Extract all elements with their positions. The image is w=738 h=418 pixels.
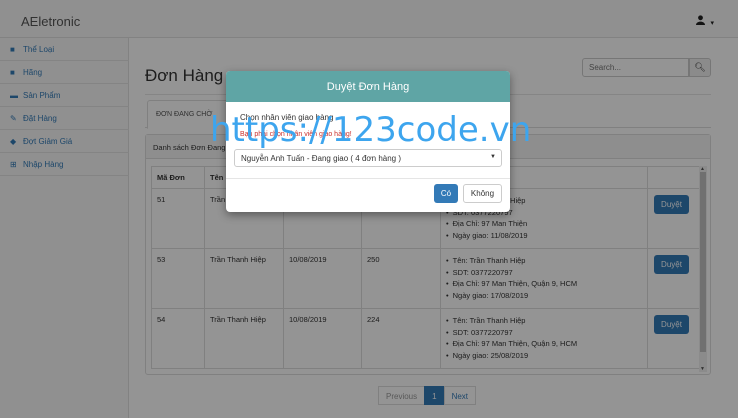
shipper-select-value: Nguyễn Anh Tuấn - Đang giao ( 4 đơn hàng…: [241, 154, 402, 163]
confirm-button[interactable]: Có: [434, 184, 458, 203]
modal-title: Duyệt Đơn Hàng: [226, 71, 510, 102]
watermark-text: https://123code.vn: [210, 110, 532, 150]
chevron-down-icon: ▼: [490, 154, 496, 160]
cancel-button[interactable]: Không: [463, 184, 502, 203]
shipper-select[interactable]: Nguyễn Anh Tuấn - Đang giao ( 4 đơn hàng…: [234, 149, 502, 167]
modal-divider: [226, 178, 510, 179]
